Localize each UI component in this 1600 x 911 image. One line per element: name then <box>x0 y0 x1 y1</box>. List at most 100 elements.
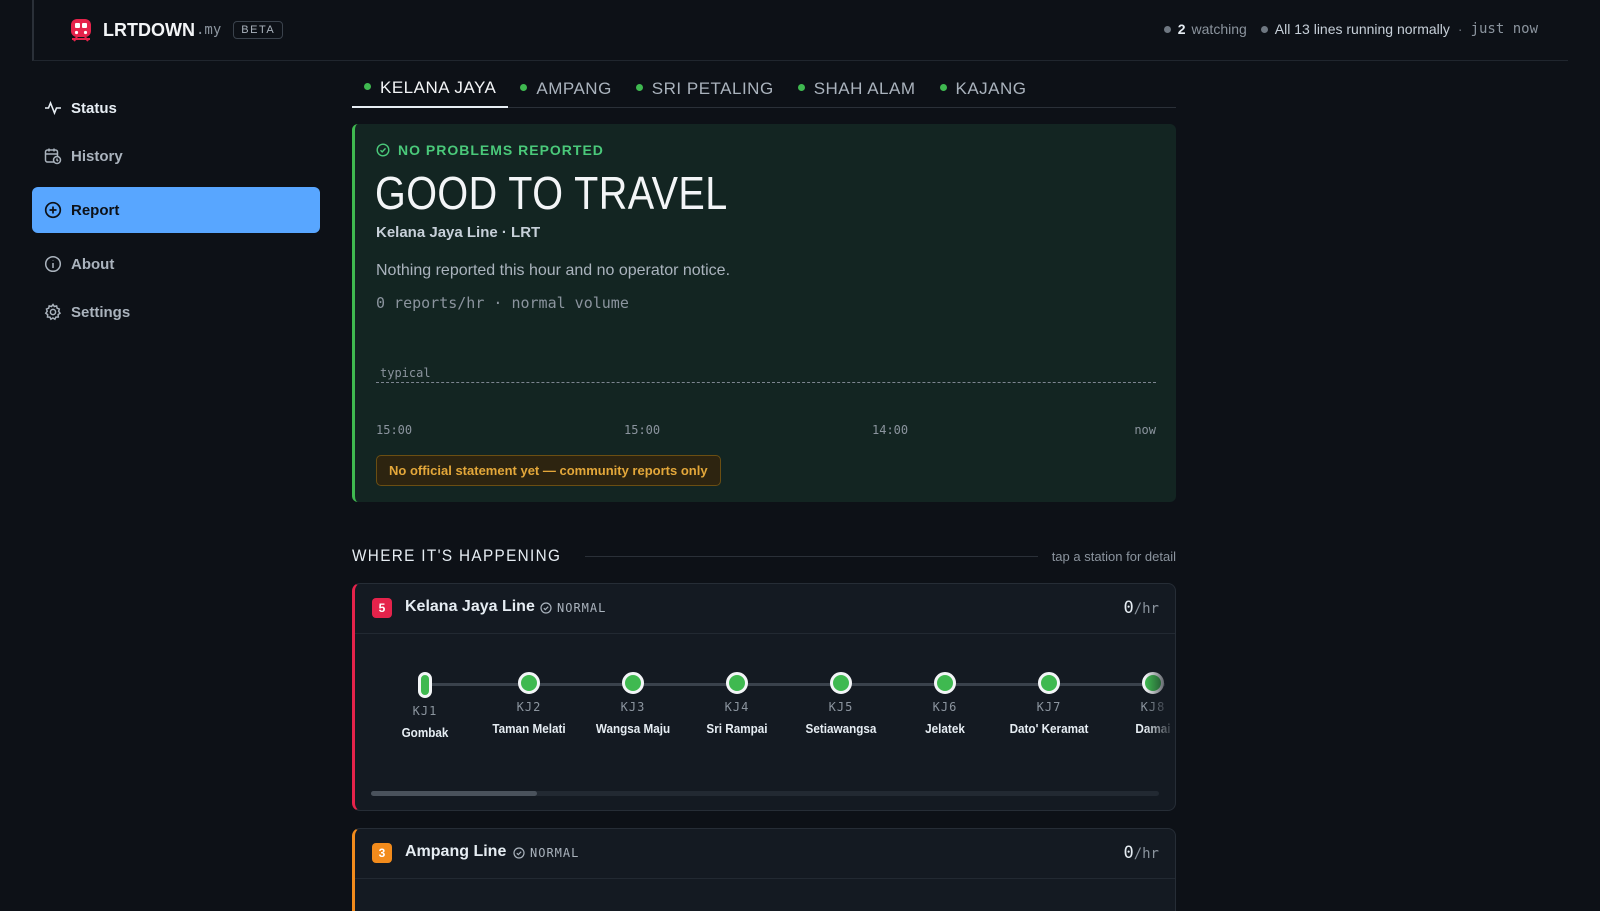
tab-label: KAJANG <box>955 79 1027 98</box>
station-marker <box>726 672 748 694</box>
line-card-header: 3 Ampang Line NORMAL 0/hr <box>355 829 1175 879</box>
tab-label: SRI PETALING <box>651 79 774 98</box>
sidebar-item-history[interactable]: History <box>32 133 320 179</box>
tab-ampang[interactable]: AMPANG <box>508 70 623 108</box>
check-circle-icon <box>513 847 525 859</box>
sidebar-item-label: Settings <box>71 303 131 321</box>
line-subtitle: Kelana Jaya Line · LRT <box>376 224 541 241</box>
station-marker <box>418 672 432 698</box>
station-kj7[interactable]: KJ7 Dato' Keramat <box>994 672 1104 736</box>
line-card-kelana-jaya[interactable]: 5 Kelana Jaya Line NORMAL 0/hr KJ1 Gomba… <box>352 583 1176 811</box>
sidebar-item-label: History <box>71 147 123 165</box>
station-code: KJ1 <box>412 704 438 718</box>
sidebar-item-status[interactable]: Status <box>32 85 320 131</box>
station-kj6[interactable]: KJ6 Jelatek <box>890 672 1000 736</box>
scrollbar-thumb[interactable] <box>371 791 537 796</box>
line-status-label: NORMAL <box>557 601 607 615</box>
gear-icon <box>44 303 62 321</box>
sidebar-item-report[interactable]: Report <box>32 187 320 233</box>
section-hint: tap a station for detail <box>1051 548 1176 564</box>
rate-value: 0 <box>1123 598 1134 618</box>
line-name: Kelana Jaya Line <box>405 598 535 615</box>
scroll-fade <box>1145 635 1175 765</box>
brand-name: LRTDOWN <box>103 19 195 40</box>
sidebar-item-about[interactable]: About <box>32 241 320 287</box>
sidebar-item-label: Report <box>71 201 120 219</box>
line-tabs: KELANA JAYA AMPANG SRI PETALING SHAH ALA… <box>352 70 1176 108</box>
official-statement-notice: No official statement yet — community re… <box>376 455 721 486</box>
axis-label: 14:00 <box>872 423 909 437</box>
tab-kelana-jaya[interactable]: KELANA JAYA <box>352 70 509 108</box>
tab-shah-alam[interactable]: SHAH ALAM <box>786 70 928 108</box>
section-header: WHERE IT'S HAPPENING tap a station for d… <box>352 546 1176 566</box>
station-code: KJ2 <box>516 700 542 714</box>
activity-icon <box>45 100 61 116</box>
station-name: Jelatek <box>925 721 965 736</box>
typical-baseline <box>376 382 1156 383</box>
status-tag-label: NO PROBLEMS REPORTED <box>398 142 604 158</box>
station-scrollbar[interactable] <box>371 791 1159 796</box>
station-name: Wangsa Maju <box>595 721 671 736</box>
calendar-clock-icon <box>44 148 62 165</box>
watching-dot-icon <box>1163 25 1171 33</box>
station-kj3[interactable]: KJ3 Wangsa Maju <box>578 672 688 736</box>
line-number-badge: 5 <box>372 598 392 618</box>
status-description: Nothing reported this hour and no operat… <box>376 262 731 279</box>
rate-value: 0 <box>1123 843 1134 863</box>
tab-label: AMPANG <box>536 79 612 98</box>
plus-circle-icon <box>44 201 62 219</box>
status-dot-icon <box>635 83 643 91</box>
train-logo-icon <box>71 19 91 42</box>
tab-kajang[interactable]: KAJANG <box>928 70 1039 108</box>
top-bar: LRTDOWN .my BETA 2 watching All 13 lines… <box>32 0 1568 61</box>
station-name: Dato' Keramat <box>1009 721 1089 736</box>
axis-label: 15:00 <box>376 423 413 437</box>
watching-label: watching <box>1191 21 1247 37</box>
global-status: 2 watching All 13 lines running normally… <box>1163 21 1538 37</box>
status-tag: NO PROBLEMS REPORTED <box>376 142 604 158</box>
line-card-ampang[interactable]: 3 Ampang Line NORMAL 0/hr <box>352 828 1176 911</box>
line-report-rate: 0/hr <box>1123 598 1159 618</box>
station-marker <box>934 672 956 694</box>
station-kj4[interactable]: KJ4 Sri Rampai <box>682 672 792 736</box>
sidebar-item-label: About <box>71 255 115 273</box>
line-status-label: NORMAL <box>530 846 580 860</box>
station-code: KJ4 <box>724 700 750 714</box>
axis-label: 15:00 <box>624 423 661 437</box>
status-hero-card: NO PROBLEMS REPORTED GOOD TO TRAVEL Kela… <box>352 124 1176 502</box>
sidebar-nav: Status History Report About Settings <box>32 85 320 337</box>
line-number-badge: 3 <box>372 843 392 863</box>
lines-status: All 13 lines running normally <box>1274 21 1450 37</box>
status-dot-icon <box>520 83 528 91</box>
line-status: NORMAL <box>540 601 606 615</box>
line-card-header: 5 Kelana Jaya Line NORMAL 0/hr <box>355 584 1175 634</box>
station-code: KJ7 <box>1036 700 1062 714</box>
updated-time: just now <box>1470 21 1538 37</box>
station-marker <box>518 672 540 694</box>
status-separator: · <box>1457 21 1463 37</box>
line-report-rate: 0/hr <box>1123 843 1159 863</box>
station-marker <box>830 672 852 694</box>
station-code: KJ5 <box>828 700 854 714</box>
axis-label: now <box>1134 423 1156 437</box>
lines-status-dot-icon <box>1260 25 1268 33</box>
station-kj5[interactable]: KJ5 Setiawangsa <box>786 672 896 736</box>
section-title: WHERE IT'S HAPPENING <box>352 546 562 565</box>
check-circle-icon <box>376 143 390 157</box>
report-volume: 0 reports/hr · normal volume <box>376 294 629 312</box>
brand[interactable]: LRTDOWN .my BETA <box>68 17 284 43</box>
station-name: Taman Melati <box>492 721 566 736</box>
station-name: Sri Rampai <box>706 721 768 736</box>
station-kj1[interactable]: KJ1 Gombak <box>370 672 480 740</box>
line-name: Ampang Line <box>405 843 507 860</box>
rate-unit: /hr <box>1133 601 1159 617</box>
tab-label: SHAH ALAM <box>813 79 916 98</box>
tab-sri-petaling[interactable]: SRI PETALING <box>624 70 786 108</box>
station-kj2[interactable]: KJ2 Taman Melati <box>474 672 584 736</box>
station-code: KJ3 <box>620 700 646 714</box>
typical-label: typical <box>380 366 431 380</box>
info-icon <box>44 255 62 273</box>
station-marker <box>622 672 644 694</box>
sidebar-item-settings[interactable]: Settings <box>32 289 320 335</box>
station-code: KJ6 <box>932 700 958 714</box>
